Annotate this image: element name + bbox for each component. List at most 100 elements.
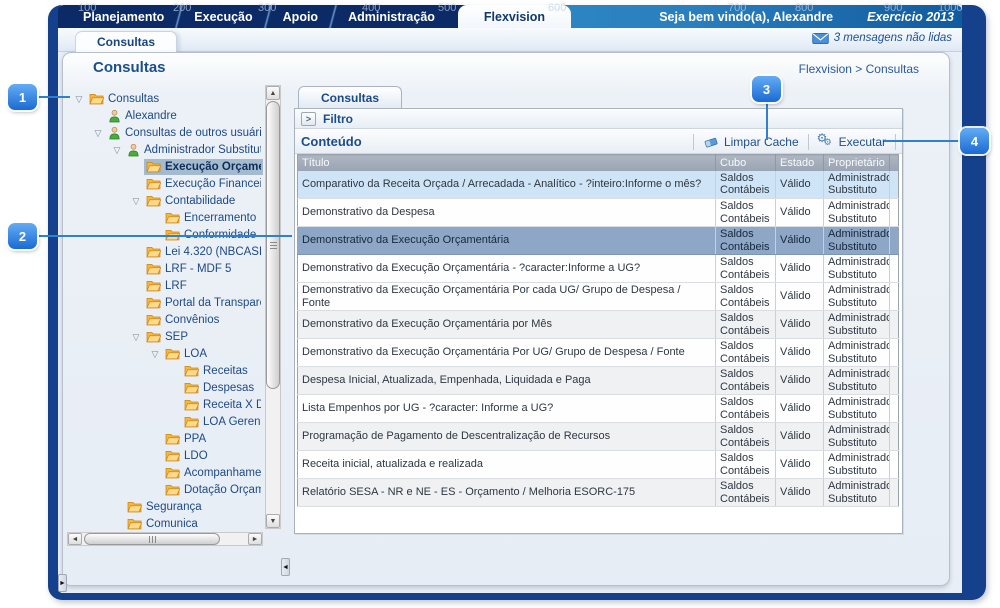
table-row[interactable]: Lista Empenhos por UG - ?caracter: Infor… [298,395,899,423]
arrow-right-icon: ► [252,536,259,543]
tree-item[interactable]: Lei 4.320 (NBCASP) [67,243,263,260]
screenshot-root: 1002003004005006007008009001000 Planejam… [0,0,1000,608]
tree-item[interactable]: Execução Financeira [67,175,263,192]
tree-item[interactable]: Execução Orçamentária [67,158,263,175]
cell-spare [890,255,899,283]
cell-titulo: Comparativo da Receita Orçada / Arrecada… [298,171,716,199]
content-tab-consultas[interactable]: Consultas [298,86,402,109]
tree-horizontal-scrollbar[interactable]: ◄ ► [67,532,263,546]
tree-item[interactable]: Convênios [67,311,263,328]
expander-icon[interactable]: ▽ [128,329,144,345]
callout-line-1 [36,96,70,98]
toolbar-separator [808,134,809,150]
table-row[interactable]: Demonstrativo da Execução Orçamentária P… [298,339,899,367]
table-row[interactable]: Demonstrativo da Execução OrçamentáriaSa… [298,227,899,255]
content-box: > Filtro Conteúdo Limpar Cache⚙⚙Executar… [294,108,903,534]
scroll-left-button[interactable]: ◄ [68,533,82,545]
tree-item[interactable]: Acompanhamento [67,464,263,481]
table-row[interactable]: Relatório SESA - NR e NE - ES - Orçament… [298,479,899,507]
table-row[interactable]: Demonstrativo da Execução Orçamentária -… [298,255,899,283]
scroll-down-button[interactable]: ▼ [266,514,280,528]
tree-item[interactable]: Receitas [67,362,263,379]
tree-item-label: Comunica [146,518,198,530]
vertical-scroll-thumb[interactable] [266,101,280,389]
limpar-cache-button[interactable]: Limpar Cache [703,134,799,149]
column-header-proprietario[interactable]: Proprietário [824,155,890,171]
panel-collapse-handle-left[interactable]: ► [58,574,67,592]
tree-item[interactable]: Dotação Orçamentária [67,481,263,498]
tree-item-content: LRF - MDF 5 [144,261,263,277]
column-header-estado[interactable]: Estado [776,155,824,171]
folder-open-icon [165,466,180,479]
table-row[interactable]: Demonstrativo da Execução Orçamentária P… [298,283,899,311]
expander-icon[interactable]: ▽ [147,346,163,362]
expander-icon[interactable]: ▽ [128,193,144,209]
tree-item[interactable]: LRF [67,277,263,294]
cell-cubo: Saldos Contábeis [716,311,776,339]
horizontal-scroll-thumb[interactable] [84,533,220,545]
expander-icon[interactable]: ▽ [109,142,125,158]
table-row[interactable]: Comparativo da Receita Orçada / Arrecada… [298,171,899,199]
tree-item[interactable]: Receita X Despesas [67,396,263,413]
tree-item[interactable]: ▽Administrador Substituto [67,141,263,158]
tree-item[interactable]: Despesas [67,379,263,396]
tree-item-content: Contabilidade [144,193,263,209]
table-row[interactable]: Programação de Pagamento de Descentraliz… [298,423,899,451]
tree-item[interactable]: Portal da Transparência [67,294,263,311]
tree-item[interactable]: Segurança [67,498,263,515]
tree-item[interactable]: Comunica [67,515,263,531]
cell-cubo: Saldos Contábeis [716,283,776,311]
cell-spare [890,479,899,507]
nav-tab-apoio[interactable]: Apoio [268,5,333,28]
tree-splitter-handle[interactable]: ◄ [281,558,290,576]
tree-item[interactable]: ▽SEP [67,328,263,345]
tree-item[interactable]: LDO [67,447,263,464]
table-row[interactable]: Despesa Inicial, Atualizada, Empenhada, … [298,367,899,395]
filter-expand-button[interactable]: > [301,112,316,126]
tree-item[interactable]: Alexandre [67,107,263,124]
toolbar-actions: Limpar Cache ⚙⚙Executar [693,134,896,150]
tree-item[interactable]: ▽Consultas [67,90,263,107]
tab-consultas[interactable]: Consultas [75,31,177,52]
callout-line-2 [36,235,292,237]
thumb-grip [270,242,277,249]
app-window: PlanejamentoExecuçãoApoioAdministraçãoFl… [48,5,986,600]
tree-item-content: Consultas de outros usuários [106,125,263,141]
scroll-up-button[interactable]: ▲ [266,86,280,100]
folder-open-icon [146,313,161,326]
cell-cubo: Saldos Contábeis [716,171,776,199]
cell-proprietario: Administrador Substituto [824,199,890,227]
scroll-right-button[interactable]: ► [248,533,262,545]
tree-item[interactable]: LRF - MDF 5 [67,260,263,277]
ruler-mark: 800 [795,2,813,14]
tree-item-content: LOA [163,346,263,362]
tree-item-content: Receitas [182,363,263,379]
callout-badge-1: 1 [8,84,37,110]
table-row[interactable]: Demonstrativo da Execução Orçamentária p… [298,311,899,339]
messages-indicator[interactable]: 3 mensagens não lidas [812,32,952,44]
tree-item[interactable]: Encerramento [67,209,263,226]
table-row[interactable]: Receita inicial, atualizada e realizadaS… [298,451,899,479]
ruler-mark: 700 [728,2,746,14]
tree-item[interactable]: ▽Consultas de outros usuários [67,124,263,141]
user-icon [108,109,121,123]
column-header-titulo[interactable]: Título [298,155,716,171]
callout-line-4 [884,140,962,142]
nav-tab-administração[interactable]: Administração [333,5,450,28]
tree-item[interactable]: ▽LOA [67,345,263,362]
table-row[interactable]: Demonstrativo da DespesaSaldos Contábeis… [298,199,899,227]
nav-tab-execução[interactable]: Execução [179,5,267,28]
column-header-cubo[interactable]: Cubo [716,155,776,171]
folder-open-icon [146,194,161,207]
tree-item[interactable]: LOA Gerenciais [67,413,263,430]
executar-button[interactable]: ⚙⚙Executar [818,134,886,150]
expander-icon[interactable]: ▽ [90,125,106,141]
messages-text: 3 mensagens não lidas [834,32,952,44]
expander-icon[interactable]: ▽ [71,91,87,107]
tree-item[interactable]: PPA [67,430,263,447]
page-title: Consultas [93,59,166,76]
tree-item[interactable]: ▽Contabilidade [67,192,263,209]
cell-estado: Válido [776,227,824,255]
tree-vertical-scrollbar[interactable]: ▲ ▼ [265,85,281,529]
tree-item-content: LDO [163,448,263,464]
